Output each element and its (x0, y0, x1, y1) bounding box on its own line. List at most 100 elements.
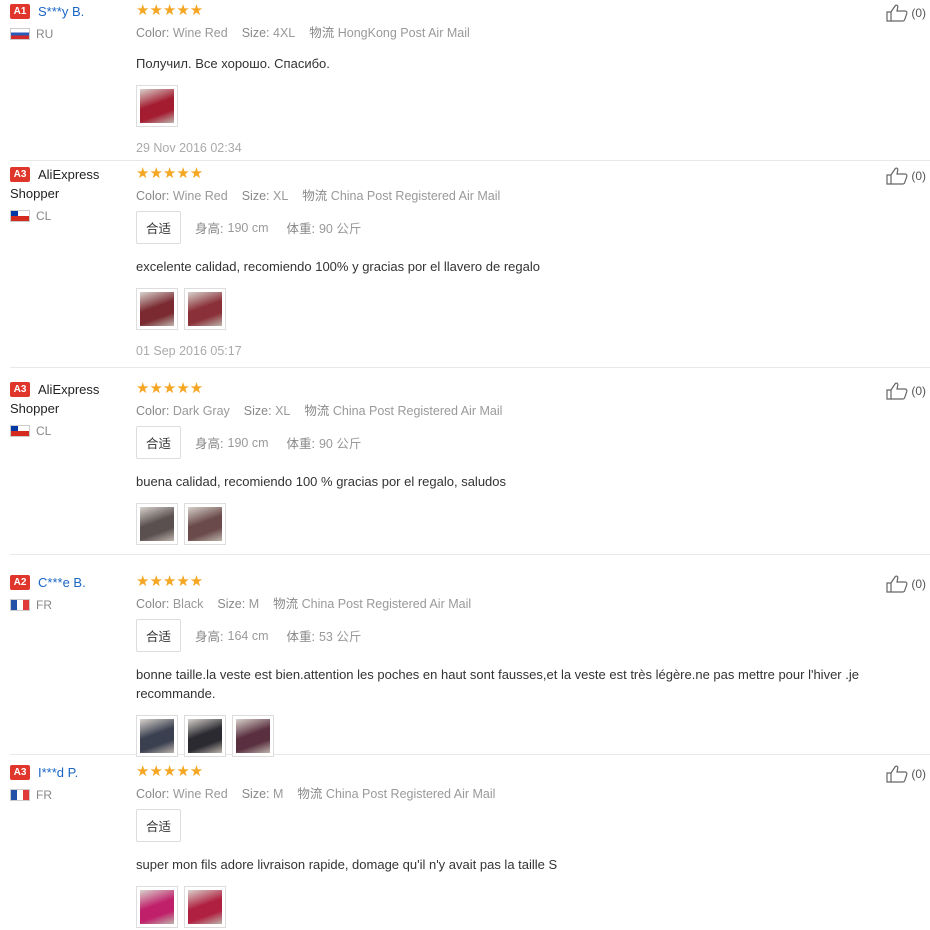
thumbs-up-icon (886, 167, 908, 185)
reviewer-name[interactable]: C***e B. (38, 573, 86, 592)
weight-label: 体重: (286, 222, 315, 236)
reviewer-country: CL (10, 424, 130, 438)
review-text: bonne taille.la veste est bien.attention… (136, 667, 859, 701)
reviewer-name[interactable]: I***d P. (38, 763, 78, 782)
review-photo-thumbnail[interactable] (136, 288, 178, 330)
fit-info: 合适 身高: 190 cm 体重: 90 公斤 (136, 426, 876, 459)
height-label: 身高: (195, 630, 224, 644)
order-attributes: Color: Black Size: M 物流 China Post Registe… (136, 596, 876, 612)
order-attributes: Color: Wine Red Size: XL 物流 China Post Reg… (136, 188, 876, 204)
size-value: M (248, 597, 260, 611)
star-rating: ★★★★★ (136, 763, 204, 780)
shipping-value: China Post Registered Air Mail (330, 189, 501, 203)
review-text: super mon fils adore livraison rapide, d… (136, 857, 558, 872)
reviewer-country: CL (10, 209, 130, 223)
helpful-count: (0) (911, 384, 926, 398)
photo-image (236, 719, 270, 753)
helpful-button[interactable]: (0) (886, 575, 926, 593)
review-content: ★★★★★ Color: Dark Gray Size: XL 物流 China Po… (136, 380, 876, 545)
thumbs-up-icon (886, 765, 908, 783)
shipping-label: 物流 (309, 26, 335, 40)
review-photo-thumbnail[interactable] (184, 288, 226, 330)
color-value: Wine Red (172, 189, 228, 203)
color-label: Color: (136, 404, 170, 418)
country-flag-icon (10, 425, 30, 437)
reviewer-line: A3 AliExpress Shopper (10, 165, 130, 203)
order-attributes: Color: Wine Red Size: M 物流 China Post Regi… (136, 786, 876, 802)
reviewer-line: A1 S***y B. (10, 2, 130, 21)
star-rating: ★★★★★ (136, 2, 204, 19)
reviewer-info: A1 S***y B. RU (10, 2, 130, 41)
review-photo-thumbnail[interactable] (136, 886, 178, 928)
color-label: Color: (136, 787, 170, 801)
size-value: M (273, 787, 284, 801)
buyer-level-badge: A2 (10, 575, 30, 590)
buyer-level-badge: A3 (10, 765, 30, 780)
size-label: Size: (241, 787, 270, 801)
country-code: CL (36, 424, 52, 438)
size-label: Size: (241, 26, 270, 40)
review-photo-thumbnail[interactable] (136, 503, 178, 545)
weight-label: 体重: (286, 630, 315, 644)
country-flag-icon (10, 599, 30, 611)
order-attributes: Color: Dark Gray Size: XL 物流 China Post Re… (136, 403, 876, 419)
reviewer-name: AliExpress Shopper (10, 382, 100, 416)
helpful-count: (0) (911, 577, 926, 591)
shipping-label: 物流 (273, 597, 299, 611)
shipping-label: 物流 (304, 404, 330, 418)
reviewer-country: FR (10, 598, 130, 612)
country-code: CL (36, 209, 52, 223)
review-photos (136, 85, 876, 127)
review-item: A3 I***d P. FR ★★★★★ Color: Wine Red Size: M物… (10, 763, 930, 930)
helpful-button[interactable]: (0) (886, 382, 926, 400)
review-photo-thumbnail[interactable] (136, 715, 178, 757)
photo-image (140, 890, 174, 924)
color-value: Wine Red (172, 787, 228, 801)
photo-image (188, 719, 222, 753)
helpful-count: (0) (911, 169, 926, 183)
review-date: 29 Nov 2016 02:34 (136, 141, 242, 155)
height-value: 164 cm (227, 628, 269, 643)
review-photo-thumbnail[interactable] (184, 503, 226, 545)
color-label: Color: (136, 597, 170, 611)
photo-image (140, 89, 174, 123)
reviewer-info: A3 AliExpress Shopper CL (10, 380, 130, 438)
review-photo-thumbnail[interactable] (184, 715, 226, 757)
review-photos (136, 288, 876, 330)
photo-image (188, 292, 222, 326)
size-value: 4XL (273, 26, 296, 40)
helpful-button[interactable]: (0) (886, 167, 926, 185)
weight-value: 90 公斤 (318, 437, 362, 451)
star-rating: ★★★★★ (136, 573, 204, 590)
review-photos (136, 503, 876, 545)
size-value: XL (275, 404, 291, 418)
country-code: FR (36, 598, 52, 612)
review-text: Получил. Все хорошо. Спасибо. (136, 56, 330, 71)
shipping-value: China Post Registered Air Mail (325, 787, 496, 801)
shipping-value: China Post Registered Air Mail (332, 404, 503, 418)
review-content: ★★★★★ Color: Wine Red Size: 4XL 物流 HongKong… (136, 2, 876, 155)
review-photo-thumbnail[interactable] (184, 886, 226, 928)
reviewer-name[interactable]: S***y B. (38, 2, 84, 21)
review-content: ★★★★★ Color: Wine Red Size: XL 物流 China Pos… (136, 165, 876, 358)
order-attributes: Color: Wine Red Size: 4XL 物流 HongKong Post… (136, 25, 876, 41)
reviewer-info: A3 AliExpress Shopper CL (10, 165, 130, 223)
fit-badge: 合适 (136, 809, 182, 842)
country-code: FR (36, 788, 52, 802)
color-value: Dark Gray (172, 404, 230, 418)
height-value: 190 cm (227, 220, 269, 235)
review-content: ★★★★★ Color: Wine Red Size: M 物流 China Post… (136, 763, 876, 928)
fit-badge: 合适 (136, 211, 182, 244)
shipping-label: 物流 (297, 787, 323, 801)
buyer-level-badge: A1 (10, 4, 30, 19)
weight-value: 53 公斤 (318, 630, 362, 644)
helpful-count: (0) (911, 767, 926, 781)
review-photo-thumbnail[interactable] (232, 715, 274, 757)
photo-image (188, 507, 222, 541)
color-value: Black (172, 597, 204, 611)
review-photo-thumbnail[interactable] (136, 85, 178, 127)
country-flag-icon (10, 789, 30, 801)
helpful-button[interactable]: (0) (886, 765, 926, 783)
helpful-button[interactable]: (0) (886, 4, 926, 22)
height-label: 身高: (195, 222, 224, 236)
